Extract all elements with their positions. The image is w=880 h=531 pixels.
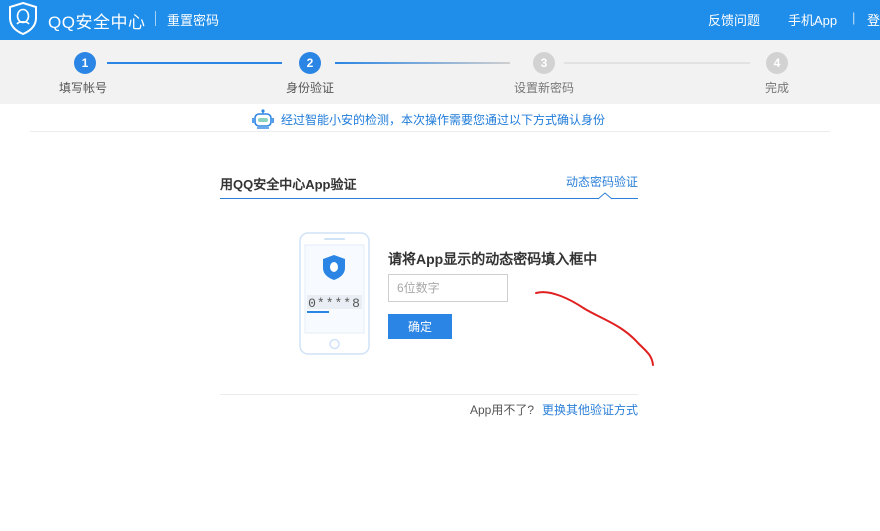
nav-divider: | [852,10,856,25]
robot-icon [252,109,274,129]
step-2-label: 身份验证 [285,81,334,95]
instruction-text: 请将App显示的动态密码填入框中 [388,251,598,267]
step-3-label: 设置新密码 [513,81,574,95]
alt-method-prompt: App用不了? [470,403,535,417]
phone-code-display: 0****8 [308,296,361,311]
red-annotation-stroke [535,291,654,366]
dynamic-password-tab[interactable]: 动态密码验证 [566,173,638,190]
change-method-link[interactable]: 更换其他验证方式 [542,401,638,418]
tab-caret-icon [598,192,612,200]
phone-illustration: 0****8 [299,232,370,355]
page-title: 重置密码 [167,13,220,28]
confirm-button[interactable]: 确定 [388,314,452,339]
qq-shield-logo-icon[interactable] [8,2,38,35]
step-progress: 1 填写帐号 2 身份验证 3 设置新密码 4 完成 [0,40,880,104]
login-link[interactable]: 登 [867,10,880,29]
notice-text: 经过智能小安的检测，本次操作需要您通过以下方式确认身份 [281,113,606,127]
step-1-label: 填写帐号 [58,81,107,95]
step-connector-1 [107,62,282,64]
notice-divider [30,131,830,132]
step-2-circle: 2 [299,52,321,74]
step-3-circle: 3 [533,52,555,74]
top-header: QQ安全中心 重置密码 反馈问题 手机App | 登 [0,0,880,40]
security-notice: 经过智能小安的检测，本次操作需要您通过以下方式确认身份 [0,107,880,131]
step-4-label: 完成 [764,81,789,95]
step-1-circle: 1 [74,52,96,74]
mobile-app-link[interactable]: 手机App [788,10,837,29]
footer-divider [220,394,638,395]
brand-title[interactable]: QQ安全中心 [48,8,145,33]
header-divider [155,11,156,26]
dynamic-code-input[interactable] [388,274,508,302]
feedback-link[interactable]: 反馈问题 [708,10,760,29]
step-connector-3 [564,62,750,64]
step-connector-2 [335,62,510,64]
step-4-circle: 4 [766,52,788,74]
app-verify-title: 用QQ安全中心App验证 [220,177,357,192]
tab-underline [220,198,638,199]
